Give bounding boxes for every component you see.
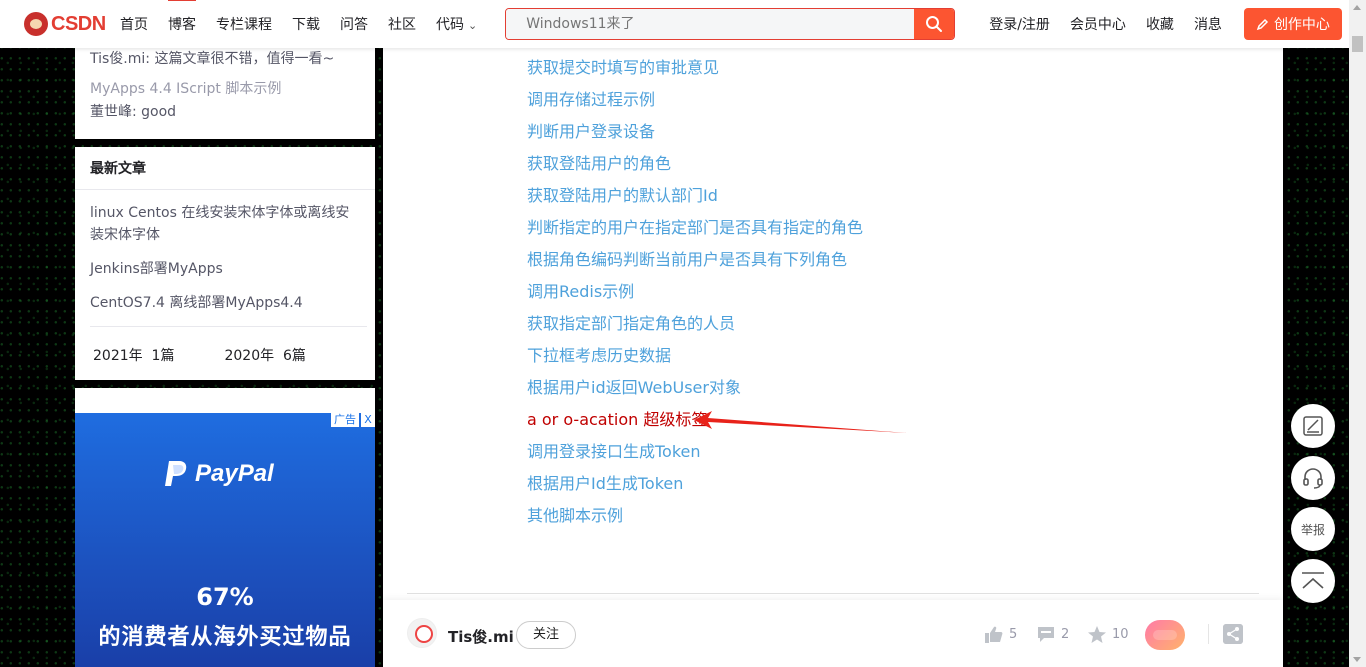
author-name[interactable]: Tis俊.mi xyxy=(448,626,514,647)
paypal-icon xyxy=(165,461,187,486)
edit-icon xyxy=(1303,416,1323,436)
login-register-link[interactable]: 登录/注册 xyxy=(989,14,1050,34)
comment-article-link[interactable]: MyApps 4.4 IScript 脚本示例 xyxy=(90,79,360,99)
article-link-1[interactable]: 调用存储过程示例 xyxy=(527,84,863,116)
create-center-button[interactable]: 创作中心 xyxy=(1243,8,1342,40)
report-button[interactable]: 举报 xyxy=(1291,507,1335,551)
search-button[interactable] xyxy=(914,9,955,39)
nav-item-qa[interactable]: 问答 xyxy=(340,14,368,34)
logo-icon xyxy=(24,12,48,36)
page-scrollbar[interactable] xyxy=(1349,0,1366,667)
scroll-up-icon[interactable] xyxy=(1353,5,1361,10)
chevron-down-icon: ⌄ xyxy=(468,19,478,32)
article-link-5[interactable]: 判断指定的用户在指定部门是否具有指定的角色 xyxy=(527,212,863,244)
article-link-2[interactable]: 判断用户登录设备 xyxy=(527,116,863,148)
like-count: 5 xyxy=(1009,627,1018,642)
latest-article-item[interactable]: linux Centos 在线安装宋体字体或离线安装宋体字体 xyxy=(90,202,360,246)
latest-articles-list: linux Centos 在线安装宋体字体或离线安装宋体字体 Jenkins部署… xyxy=(75,190,375,314)
logo-text: CSDN xyxy=(51,12,106,35)
comment-count: 2 xyxy=(1061,627,1070,642)
toolbar-separator xyxy=(1208,624,1209,644)
article-link-highlighted[interactable]: a or o-acation 超级标签 xyxy=(527,404,863,436)
article-link-14[interactable]: 其他脚本示例 xyxy=(527,500,863,532)
latest-articles-card: 最新文章 linux Centos 在线安装宋体字体或离线安装宋体字体 Jenk… xyxy=(75,147,375,380)
back-to-top-button[interactable] xyxy=(1291,559,1335,603)
nav-item-home[interactable]: 首页 xyxy=(120,14,148,34)
top-navbar: CSDN 首页 博客 专栏课程 下载 问答 社区 代码 ⌄ 登录/注册 会员中心 … xyxy=(0,0,1349,48)
archive-count: 6篇 xyxy=(283,348,306,364)
article-link-8[interactable]: 获取指定部门指定角色的人员 xyxy=(527,308,863,340)
comment-item[interactable]: Tis俊.mi: 这篇文章很不错，值得一看~ xyxy=(90,49,360,69)
vip-center-link[interactable]: 会员中心 xyxy=(1070,14,1126,34)
favorite-count: 10 xyxy=(1112,627,1129,642)
article-link-9[interactable]: 下拉框考虑历史数据 xyxy=(527,340,863,372)
ad-headline: 67% xyxy=(196,583,254,611)
nav-item-community[interactable]: 社区 xyxy=(388,14,416,34)
favorite-button[interactable]: 10 xyxy=(1088,626,1129,643)
article-link-3[interactable]: 获取登陆用户的角色 xyxy=(527,148,863,180)
author-avatar[interactable] xyxy=(407,618,437,648)
follow-button[interactable]: 关注 xyxy=(516,621,576,649)
article-content: 获取提交时填写的审批意见 调用存储过程示例 判断用户登录设备 获取登陆用户的角色… xyxy=(383,40,1283,667)
report-label: 举报 xyxy=(1300,522,1325,537)
ad-close-icon[interactable]: X xyxy=(361,413,375,427)
paypal-advertisement[interactable]: 广告 X PayPal 67% 的消费者从海外买过物品 xyxy=(75,413,375,667)
archive-item-2020[interactable]: 2020年 6篇 xyxy=(224,345,305,365)
search-icon xyxy=(926,16,943,32)
ad-subline: 的消费者从海外买过物品 xyxy=(98,625,352,650)
article-link-6[interactable]: 根据角色编码判断当前用户是否具有下列角色 xyxy=(527,244,863,276)
archive-item-2021[interactable]: 2021年 1篇 xyxy=(93,345,174,365)
nav-item-download[interactable]: 下载 xyxy=(292,14,320,34)
search-box xyxy=(505,8,956,40)
article-link-10[interactable]: 根据用户id返回WebUser对象 xyxy=(527,372,863,404)
scroll-thumb[interactable] xyxy=(1352,36,1363,52)
content-divider xyxy=(407,593,1259,594)
comment-item[interactable]: 董世峰: good xyxy=(90,102,360,122)
back-to-top-icon xyxy=(1302,572,1324,589)
customer-service-button[interactable] xyxy=(1291,456,1335,500)
recent-comments-card: Tis俊.mi: 这篇文章很不错，值得一看~ MyApps 4.4 IScrip… xyxy=(75,40,375,139)
latest-article-item[interactable]: CentOS7.4 离线部署MyApps4.4 xyxy=(90,292,360,314)
comment-button[interactable]: 2 xyxy=(1037,626,1069,643)
star-icon xyxy=(1088,626,1106,643)
messages-link[interactable]: 消息 xyxy=(1194,14,1222,34)
archive-list: 2021年 1篇 2020年 6篇 xyxy=(90,326,367,365)
article-toolbar: Tis俊.mi 关注 5 2 10 xyxy=(383,600,1283,667)
article-link-7[interactable]: 调用Redis示例 xyxy=(527,276,863,308)
create-center-label: 创作中心 xyxy=(1273,17,1330,33)
ad-card-header xyxy=(75,388,375,413)
nav-item-blog[interactable]: 博客 xyxy=(168,0,196,34)
article-link-4[interactable]: 获取登陆用户的默认部门Id xyxy=(527,180,863,212)
pen-icon xyxy=(1256,18,1268,30)
like-button[interactable]: 5 xyxy=(985,626,1017,643)
article-link-0[interactable]: 获取提交时填写的审批意见 xyxy=(527,52,863,84)
share-icon[interactable] xyxy=(1223,624,1243,644)
archive-year: 2021年 xyxy=(93,348,143,364)
article-link-13[interactable]: 根据用户Id生成Token xyxy=(527,468,863,500)
user-links: 登录/注册 会员中心 收藏 消息 创作中心 xyxy=(979,8,1342,40)
archive-year: 2020年 xyxy=(224,348,275,364)
headset-icon xyxy=(1303,468,1323,489)
latest-articles-title: 最新文章 xyxy=(75,147,375,190)
nav-item-code-label: 代码 xyxy=(436,17,464,33)
csdn-logo[interactable]: CSDN xyxy=(24,12,110,36)
archive-count: 1篇 xyxy=(151,348,175,364)
search-input[interactable] xyxy=(506,9,915,39)
latest-article-item[interactable]: Jenkins部署MyApps xyxy=(90,258,360,280)
thumbs-up-icon xyxy=(985,626,1003,643)
paypal-wordmark: PayPal xyxy=(195,460,274,487)
main-nav: 首页 博客 专栏课程 下载 问答 社区 代码 ⌄ xyxy=(110,0,487,34)
nav-item-courses[interactable]: 专栏课程 xyxy=(216,14,272,34)
paypal-logo: PayPal xyxy=(163,459,274,489)
script-example-links: 获取提交时填写的审批意见 调用存储过程示例 判断用户登录设备 获取登陆用户的角色… xyxy=(527,52,863,532)
nav-item-code[interactable]: 代码 ⌄ xyxy=(436,14,477,34)
comment-icon xyxy=(1038,627,1054,642)
reward-icon[interactable] xyxy=(1145,620,1185,650)
favorites-link[interactable]: 收藏 xyxy=(1146,14,1174,34)
edit-floating-button[interactable] xyxy=(1291,404,1335,448)
scroll-down-icon[interactable] xyxy=(1353,657,1361,662)
article-link-12[interactable]: 调用登录接口生成Token xyxy=(527,436,863,468)
ad-label: 广告 xyxy=(331,413,359,427)
